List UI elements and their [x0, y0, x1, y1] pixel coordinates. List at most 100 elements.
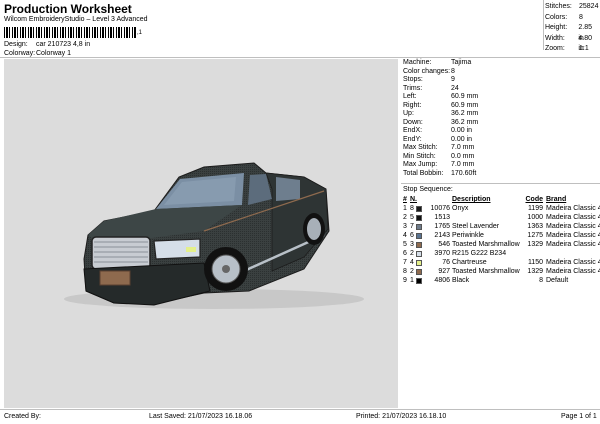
design-label: Design:: [4, 41, 28, 48]
property-label: Trims:: [403, 84, 423, 92]
summary-row: Height: 2.85 in: [545, 23, 599, 42]
col-hash: #: [403, 196, 407, 203]
worksheet-title: Production Worksheet: [4, 2, 132, 16]
summary-label: Width:: [545, 34, 565, 42]
machine-properties: Machine: Tajima Color changes: 8 Stops: 9 T…: [403, 59, 599, 178]
color-swatch: [416, 267, 426, 276]
thread-description: Black: [452, 277, 470, 284]
summary-row: Colors: 8: [545, 13, 599, 24]
color-swatch: [416, 222, 426, 231]
software-subtitle: Wilcom EmbroideryStudio – Level 3 Advanc…: [4, 16, 148, 23]
property-row: Machine: Tajima: [403, 59, 599, 68]
thread-code: 8: [539, 277, 543, 284]
stop-row: 8 2 927 Toasted Marshmallow 1329 Madeira Clas…: [403, 267, 600, 276]
design-row: Design: car 210723 4,8 in: [4, 41, 90, 48]
property-label: Machine:: [403, 59, 432, 66]
printed-date: Printed: 21/07/2023 16.18.10: [356, 413, 447, 420]
col-description: Description: [452, 196, 491, 203]
property-value: 60.9 mm: [451, 101, 479, 109]
col-brand: Brand: [546, 196, 567, 203]
property-label: Down:: [403, 118, 423, 126]
summary-label: Height:: [545, 24, 568, 31]
stop-row: 7 4 76 Chartreuse 1150 Madeira Classic 40: [403, 258, 600, 267]
property-row: Max Stitch: 7.0 mm: [403, 144, 599, 153]
stitch-count: 1513: [434, 214, 450, 221]
summary-label: Colors:: [545, 13, 568, 21]
color-swatch: [416, 231, 426, 240]
barcode-tail: ,1: [137, 30, 143, 36]
thread-description: [452, 213, 520, 222]
stitch-count: 4806: [434, 277, 450, 284]
thread-description: Toasted Marshmallow: [452, 241, 520, 248]
property-label: EndY:: [403, 135, 422, 143]
stitch-count: 2143: [434, 232, 450, 239]
colorway-value: Colorway 1: [36, 50, 72, 57]
barcode: [4, 27, 136, 38]
summary-divider: [543, 0, 544, 50]
property-row: Stops: 9: [403, 76, 599, 85]
color-swatch: [416, 204, 426, 213]
property-value: Tajima: [451, 59, 472, 66]
property-label: Min Stitch:: [403, 152, 436, 160]
thread-brand: Default: [546, 277, 569, 284]
summary-value: 8: [579, 13, 583, 21]
property-row: EndX: 0.00 in: [403, 127, 599, 136]
thread-description: Periwinkle: [452, 232, 484, 239]
stop-number: 5: [403, 241, 407, 248]
summary-row: Stitches: 25824: [545, 2, 599, 13]
colorway-label: Colorway:: [4, 50, 36, 57]
summary-label: Stitches:: [545, 3, 572, 10]
thread-code: [520, 249, 546, 258]
color-swatch: [416, 249, 426, 258]
property-value: 24: [451, 84, 459, 92]
thread-brand: Madeira Classic 40: [546, 268, 600, 275]
worksheet-footer: Created By: Last Saved: 21/07/2023 16.18…: [0, 410, 600, 424]
last-saved: Last Saved: 21/07/2023 16.18.06: [149, 413, 253, 420]
summary-row: Width: 4.80 in: [545, 34, 599, 53]
design-value: car 210723 4,8 in: [36, 41, 91, 48]
property-label: Stops:: [403, 76, 423, 83]
property-value: 0.00 in: [451, 127, 473, 134]
stop-row: 1 8 10076 Onyx 1199 Madeira Classic 40: [403, 204, 600, 213]
thread-brand: Madeira Classic 40: [546, 223, 600, 230]
thread-brand: [546, 249, 596, 258]
stops-divider: [401, 183, 600, 184]
thread-brand: Madeira Classic 40: [546, 241, 600, 248]
property-label: Max Stitch:: [403, 144, 438, 151]
thread-code: 1150: [527, 259, 543, 266]
col-code: Code: [525, 196, 544, 203]
header-divider: [0, 57, 600, 58]
thread-code: 1199: [527, 205, 543, 212]
property-row: Trims: 24: [403, 85, 599, 94]
property-label: Max Jump:: [403, 161, 438, 168]
property-value: 170.60ft: [451, 169, 477, 177]
property-value: 0.00 in: [451, 135, 473, 143]
thread-brand: Madeira Classic 40: [546, 232, 600, 239]
thread-description: Chartreuse: [452, 259, 487, 266]
stop-sequence-table: Stop Sequence: # N. Description Code Bra…: [403, 185, 600, 285]
summary-label: Zoom:: [545, 45, 565, 52]
summary-value: 4.80 in: [578, 34, 592, 53]
stitch-count: 76: [442, 259, 450, 266]
property-value: 9: [451, 76, 455, 83]
stop-row: 6 2 3970 R215 G222 B234: [403, 249, 599, 258]
thread-code: 1329: [527, 241, 543, 248]
thread-brand: Madeira Classic 40: [546, 259, 600, 266]
color-swatch: [416, 276, 426, 285]
summary-value: 1:1: [579, 45, 589, 52]
stop-row: 4 6 2143 Periwinkle 1275 Madeira Classic 40: [403, 231, 600, 240]
colorway-row: Colorway: Colorway 1: [4, 50, 71, 57]
summary-value: 2.85 in: [578, 24, 592, 42]
thread-description: Toasted Marshmallow: [452, 268, 520, 275]
truck-embroidery-image: [64, 162, 364, 309]
stitch-count: 10076: [430, 205, 450, 212]
property-value: 7.0 mm: [451, 161, 475, 168]
stop-row: 9 1 4806 Black 8 Default: [403, 276, 599, 285]
stop-number: 7: [403, 259, 407, 266]
summary-row: Zoom: 1:1: [545, 44, 599, 55]
thread-brand: Madeira Classic 40: [546, 205, 600, 212]
property-value: 7.0 mm: [451, 144, 475, 151]
stop-number: 3: [403, 223, 407, 230]
stop-row: 3 7 1765 Steel Lavender 1363 Madeira Classic …: [403, 222, 600, 231]
thread-code: 1275: [527, 232, 543, 239]
